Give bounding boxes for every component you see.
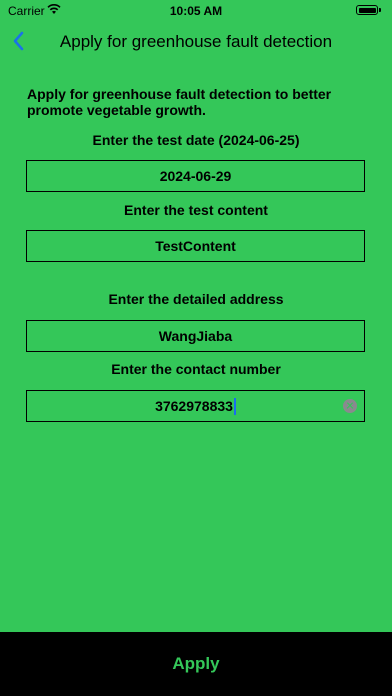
address-field[interactable]: WangJiaba: [26, 320, 365, 352]
contact-number-field[interactable]: 3762978833: [26, 390, 365, 422]
apply-button[interactable]: Apply: [0, 632, 392, 696]
address-label: Enter the detailed address: [108, 291, 284, 307]
status-bar: Carrier 10:05 AM: [0, 0, 392, 22]
test-content-value: TestContent: [155, 238, 236, 254]
contact-number-value: 3762978833: [155, 398, 233, 414]
page-title: Apply for greenhouse fault detection: [59, 32, 333, 51]
clear-icon[interactable]: [343, 399, 357, 413]
text-caret: [233, 397, 236, 415]
test-date-label: Enter the test date (2024-06-25): [92, 132, 300, 148]
footer-bar: Apply: [0, 632, 392, 696]
contact-label: Enter the contact number: [111, 361, 281, 377]
battery-icon: [356, 5, 381, 15]
test-content-label: Enter the test content: [124, 202, 268, 218]
intro-text: Apply for greenhouse fault detection to …: [27, 86, 332, 118]
address-value: WangJiaba: [158, 328, 233, 344]
test-date-field[interactable]: 2024-06-29: [26, 160, 365, 192]
test-content-field[interactable]: TestContent: [26, 230, 365, 262]
navigation-bar: Apply for greenhouse fault detection: [0, 22, 392, 62]
test-date-value: 2024-06-29: [159, 168, 232, 184]
status-time: 10:05 AM: [169, 4, 223, 18]
